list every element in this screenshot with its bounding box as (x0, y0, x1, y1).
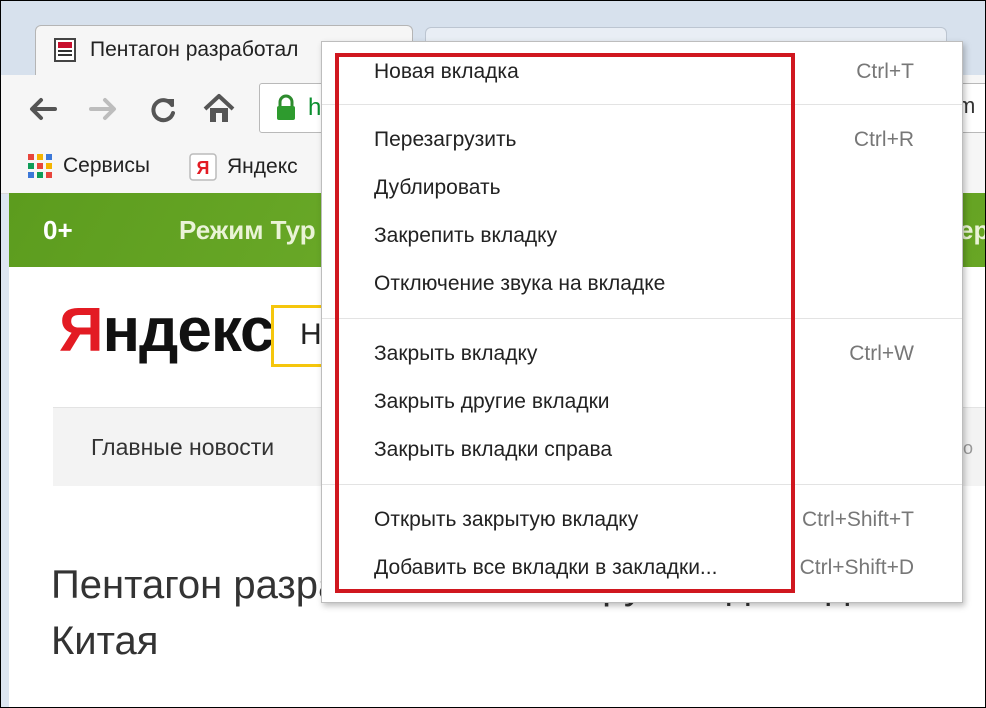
forward-arrow-icon[interactable] (85, 91, 121, 127)
menu-item-label: Открыть закрытую вкладку (374, 508, 639, 531)
news-favicon-icon (54, 38, 76, 62)
menu-separator (322, 104, 962, 105)
age-rating: 0+ (43, 215, 73, 245)
headline-line-2: Китая (51, 619, 159, 663)
menu-item-label: Закрыть вкладку (374, 342, 538, 365)
menu-item-mute-tab[interactable]: Отключение звука на вкладке (374, 268, 934, 304)
menu-item-shortcut: Ctrl+R (853, 128, 914, 151)
menu-item-reopen-closed-tab[interactable]: Открыть закрытую вкладку Ctrl+Shift+T (374, 504, 934, 540)
menu-item-label: Добавить все вкладки в закладки... (374, 556, 718, 579)
menu-item-label: Закрыть другие вкладки (374, 390, 610, 413)
search-text: Н (300, 318, 322, 351)
menu-item-label: Дублировать (374, 176, 501, 199)
svg-text:Я: Я (197, 158, 210, 178)
menu-item-label: Закрепить вкладку (374, 224, 558, 247)
menu-item-bookmark-all-tabs[interactable]: Добавить все вкладки в закладки... Ctrl+… (374, 552, 934, 588)
back-arrow-icon[interactable] (25, 91, 61, 127)
bookmark-label: Сервисы (63, 154, 151, 177)
turbo-mode-label[interactable]: Режим Тур (179, 215, 316, 246)
menu-item-label: Отключение звука на вкладке (374, 272, 666, 295)
yandex-logo[interactable]: Яндекс (59, 295, 275, 366)
menu-item-reload[interactable]: Перезагрузить Ctrl+R (374, 124, 934, 160)
bookmark-yandex[interactable]: Я Яндекс (189, 153, 298, 181)
menu-separator (322, 318, 962, 319)
logo-rest: ндекс (102, 296, 275, 365)
menu-item-shortcut: Ctrl+Shift+T (801, 508, 914, 531)
apps-grid-icon (28, 154, 52, 178)
menu-item-shortcut: Ctrl+W (849, 342, 914, 365)
tab-context-menu: Новая вкладка Ctrl+T Перезагрузить Ctrl+… (321, 41, 963, 603)
bookmark-services[interactable]: Сервисы (27, 153, 150, 179)
menu-item-label: Перезагрузить (374, 128, 517, 151)
menu-item-new-tab[interactable]: Новая вкладка Ctrl+T (374, 56, 934, 92)
browser-window: Пентагон разработал h m Сервисы Я Яндекс… (0, 0, 986, 708)
menu-item-shortcut: Ctrl+Shift+D (799, 556, 914, 579)
menu-item-label: Закрыть вкладки справа (374, 438, 613, 461)
tab-title: Пентагон разработал (90, 38, 299, 61)
main-news-link[interactable]: Главные новости (91, 434, 274, 461)
reload-icon[interactable] (145, 91, 181, 127)
yandex-favicon-icon: Я (189, 153, 217, 181)
menu-item-shortcut: Ctrl+T (856, 60, 914, 83)
menu-item-close-tab[interactable]: Закрыть вкладку Ctrl+W (374, 338, 934, 374)
news-right-text: о (963, 438, 974, 458)
lock-icon (277, 94, 295, 120)
menu-item-close-other-tabs[interactable]: Закрыть другие вкладки (374, 386, 934, 422)
menu-item-duplicate[interactable]: Дублировать (374, 172, 934, 208)
promo-right-text: ер (959, 215, 985, 245)
menu-item-label: Новая вкладка (374, 60, 519, 83)
menu-item-close-tabs-right[interactable]: Закрыть вкладки справа (374, 434, 934, 470)
logo-first-letter: Я (59, 296, 104, 365)
address-text: h (308, 94, 322, 121)
menu-separator (322, 484, 962, 485)
home-icon[interactable] (201, 91, 237, 127)
menu-item-pin-tab[interactable]: Закрепить вкладку (374, 220, 934, 256)
bookmark-label: Яндекс (227, 155, 298, 178)
